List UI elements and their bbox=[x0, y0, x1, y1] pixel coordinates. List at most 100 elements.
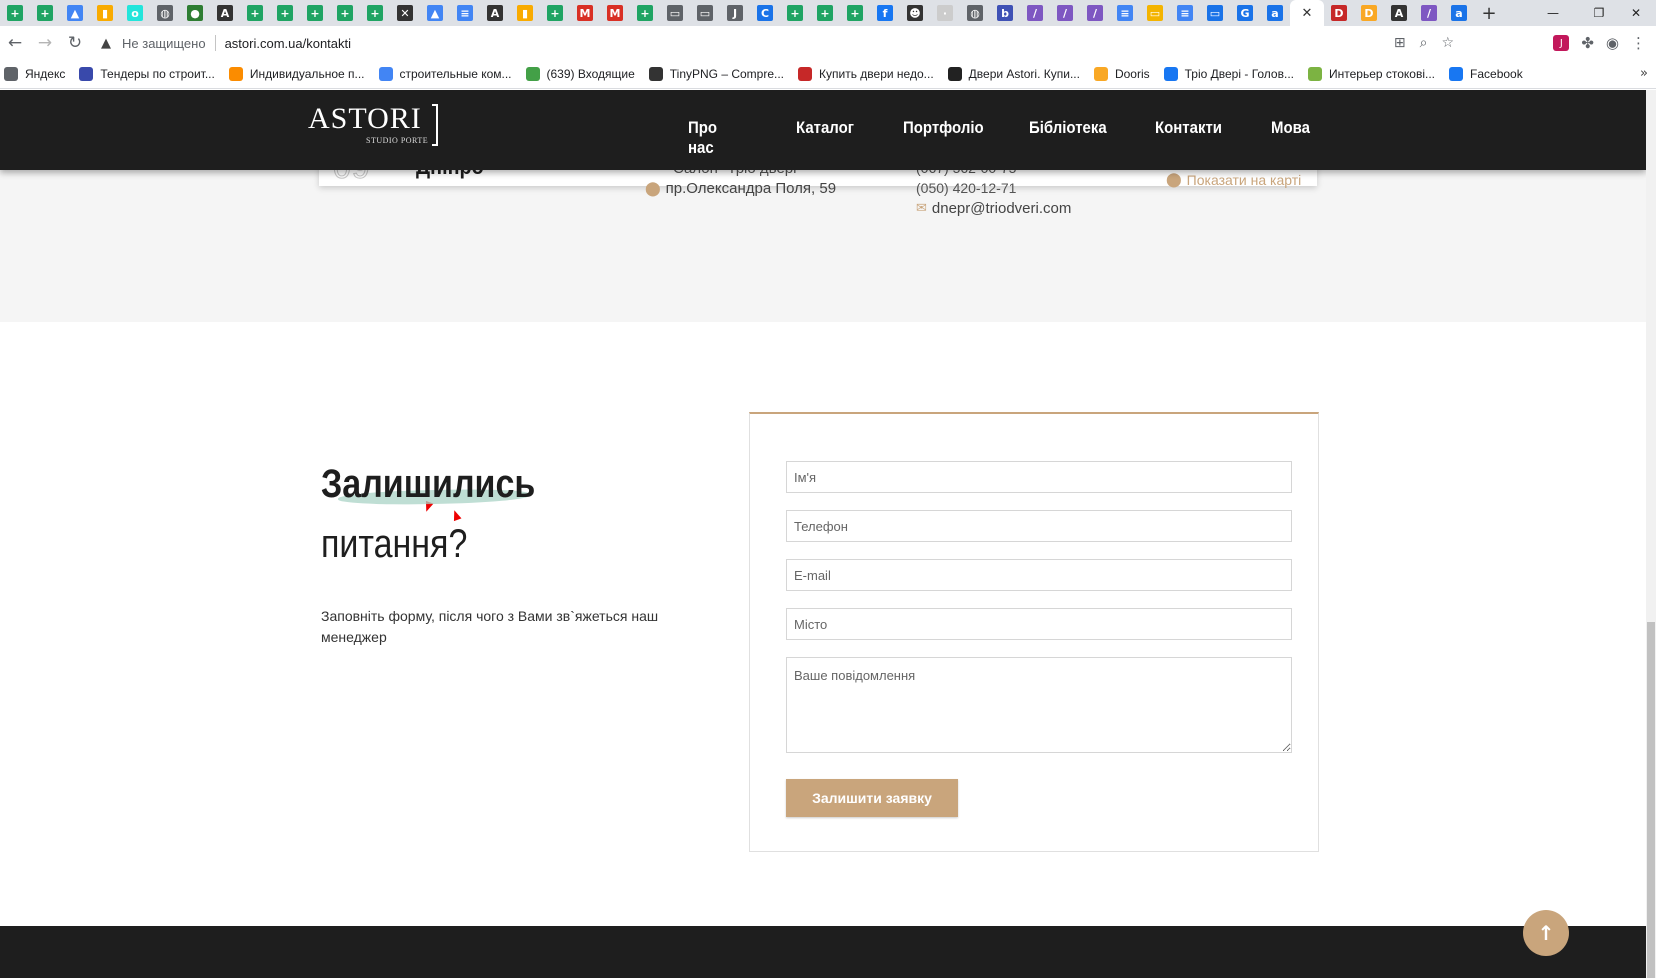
url-text[interactable]: astori.com.ua/kontakti bbox=[225, 36, 351, 51]
bookmark-item[interactable]: строительные ком... bbox=[378, 67, 512, 81]
new-tab-button[interactable]: + bbox=[1474, 0, 1504, 26]
extensions-puzzle-icon[interactable]: ✤ bbox=[1581, 34, 1594, 52]
tab-33[interactable]: ◍ bbox=[960, 0, 990, 26]
tab-27[interactable]: + bbox=[780, 0, 810, 26]
tab-1[interactable]: + bbox=[0, 0, 30, 26]
tab-17[interactable]: A bbox=[480, 0, 510, 26]
astori-logo[interactable]: ASTORI STUDIO PORTE bbox=[308, 102, 440, 148]
bookmark-label[interactable]: Индивидуальное п... bbox=[250, 67, 365, 81]
bookmark-item[interactable]: Dooris bbox=[1093, 67, 1150, 81]
tab-12[interactable]: + bbox=[330, 0, 360, 26]
tab-46[interactable]: D bbox=[1354, 0, 1384, 26]
menu-item-library[interactable]: Бібліотека bbox=[1029, 118, 1107, 138]
tab-47[interactable]: A bbox=[1384, 0, 1414, 26]
bookmark-label[interactable]: Двери Astori. Купи... bbox=[969, 67, 1080, 81]
submit-request-button[interactable]: Залишити заявку bbox=[786, 779, 958, 817]
forward-icon[interactable]: → bbox=[30, 28, 60, 58]
page-scrollbar[interactable] bbox=[1646, 90, 1656, 978]
bookmark-item[interactable]: Индивидуальное п... bbox=[228, 67, 365, 81]
tab-9[interactable]: + bbox=[240, 0, 270, 26]
tab-26[interactable]: C bbox=[750, 0, 780, 26]
tab-13[interactable]: + bbox=[360, 0, 390, 26]
bookmarks-overflow-icon[interactable]: » bbox=[1640, 66, 1648, 81]
warning-icon[interactable]: ▲ bbox=[96, 36, 116, 51]
menu-item-language[interactable]: Мова bbox=[1271, 118, 1310, 138]
bookmark-item[interactable]: (639) Входящие bbox=[525, 67, 635, 81]
tab-7[interactable]: ● bbox=[180, 0, 210, 26]
window-close-button[interactable]: ✕ bbox=[1616, 0, 1656, 26]
scrollbar-thumb[interactable] bbox=[1647, 622, 1655, 978]
card-email[interactable]: ✉ dnepr@triodveri.com bbox=[916, 200, 1071, 217]
tab-22[interactable]: + bbox=[630, 0, 660, 26]
bookmark-item[interactable]: TinyPNG – Compre... bbox=[648, 67, 784, 81]
tab-25[interactable]: J bbox=[720, 0, 750, 26]
tab-38[interactable]: ≡ bbox=[1110, 0, 1140, 26]
tab-35[interactable]: / bbox=[1020, 0, 1050, 26]
tab-44[interactable]: ✕ bbox=[1290, 0, 1324, 26]
bookmark-item[interactable]: Интерьер стокові... bbox=[1307, 67, 1435, 81]
bookmark-item[interactable]: Facebook bbox=[1449, 67, 1523, 81]
tab-24[interactable]: ▭ bbox=[690, 0, 720, 26]
tab-37[interactable]: / bbox=[1080, 0, 1110, 26]
card-phone-2[interactable]: (050) 420-12-71 bbox=[916, 180, 1016, 196]
menu-item-contacts[interactable]: Контакти bbox=[1155, 118, 1222, 138]
bookmark-label[interactable]: строительные ком... bbox=[400, 67, 512, 81]
tab-39[interactable]: ▭ bbox=[1140, 0, 1170, 26]
profile-icon[interactable]: ◉ bbox=[1606, 34, 1619, 52]
tab-29[interactable]: + bbox=[840, 0, 870, 26]
back-icon[interactable]: ← bbox=[0, 28, 30, 58]
tab-16[interactable]: ≡ bbox=[450, 0, 480, 26]
logo-text[interactable]: ASTORI bbox=[308, 102, 422, 136]
tab-21[interactable]: M bbox=[600, 0, 630, 26]
tab-41[interactable]: ▭ bbox=[1200, 0, 1230, 26]
bookmark-label[interactable]: Купить двери недо... bbox=[819, 67, 934, 81]
tab-20[interactable]: M bbox=[570, 0, 600, 26]
show-on-map-label[interactable]: Показати на карті bbox=[1187, 172, 1302, 188]
tab-34[interactable]: b bbox=[990, 0, 1020, 26]
zoom-icon[interactable]: ⌕ bbox=[1420, 35, 1428, 51]
phone-field[interactable] bbox=[786, 510, 1292, 542]
tab-45[interactable]: D bbox=[1324, 0, 1354, 26]
bookmark-label[interactable]: Яндекс bbox=[25, 67, 65, 81]
tab-3[interactable]: ▲ bbox=[60, 0, 90, 26]
bookmark-item[interactable]: Двери Astori. Купи... bbox=[947, 67, 1080, 81]
tab-19[interactable]: + bbox=[540, 0, 570, 26]
menu-item-portfolio[interactable]: Портфоліо bbox=[903, 118, 984, 138]
tab-40[interactable]: ≡ bbox=[1170, 0, 1200, 26]
bookmark-item[interactable]: Яндекс bbox=[4, 67, 65, 81]
tab-32[interactable]: · bbox=[930, 0, 960, 26]
tab-14[interactable]: ✕ bbox=[390, 0, 420, 26]
insecure-label[interactable]: Не защищено bbox=[122, 36, 206, 51]
tab-11[interactable]: + bbox=[300, 0, 330, 26]
menu-item-about[interactable]: Про нас bbox=[688, 118, 717, 158]
name-field[interactable] bbox=[786, 461, 1292, 493]
reload-icon[interactable]: ↻ bbox=[60, 28, 90, 58]
tab-18[interactable]: ▮ bbox=[510, 0, 540, 26]
bookmark-label[interactable]: Facebook bbox=[1470, 67, 1523, 81]
tab-8[interactable]: A bbox=[210, 0, 240, 26]
tab-10[interactable]: + bbox=[270, 0, 300, 26]
bookmark-item[interactable]: Купить двери недо... bbox=[798, 67, 934, 81]
bookmark-item[interactable]: Тріо Двері - Голов... bbox=[1163, 67, 1294, 81]
show-on-map-link[interactable]: ⬤ Показати на карті bbox=[1166, 172, 1301, 188]
bookmark-label[interactable]: Тендеры по строит... bbox=[100, 67, 215, 81]
extension-pink-icon[interactable]: J bbox=[1553, 35, 1570, 51]
tab-48[interactable]: / bbox=[1414, 0, 1444, 26]
tab-31[interactable]: ☻ bbox=[900, 0, 930, 26]
bookmark-star-icon[interactable]: ☆ bbox=[1441, 35, 1454, 51]
bookmark-label[interactable]: Интерьер стокові... bbox=[1329, 67, 1435, 81]
tab-42[interactable]: G bbox=[1230, 0, 1260, 26]
tab-28[interactable]: + bbox=[810, 0, 840, 26]
address-bar[interactable]: ▲ Не защищено astori.com.ua/kontakti ⊞ ⌕… bbox=[96, 29, 1466, 57]
minimize-button[interactable]: — bbox=[1530, 0, 1576, 26]
bookmark-item[interactable]: Тендеры по строит... bbox=[79, 67, 215, 81]
tab-30[interactable]: f bbox=[870, 0, 900, 26]
close-icon[interactable]: ✕ bbox=[1302, 6, 1313, 21]
browser-menu-icon[interactable]: ⋮ bbox=[1631, 34, 1646, 52]
bookmark-label[interactable]: (639) Входящие bbox=[547, 67, 635, 81]
tab-4[interactable]: ▮ bbox=[90, 0, 120, 26]
bookmark-label[interactable]: Dooris bbox=[1115, 67, 1150, 81]
email-field[interactable] bbox=[786, 559, 1292, 591]
tab-49[interactable]: a bbox=[1444, 0, 1474, 26]
tab-15[interactable]: ▲ bbox=[420, 0, 450, 26]
